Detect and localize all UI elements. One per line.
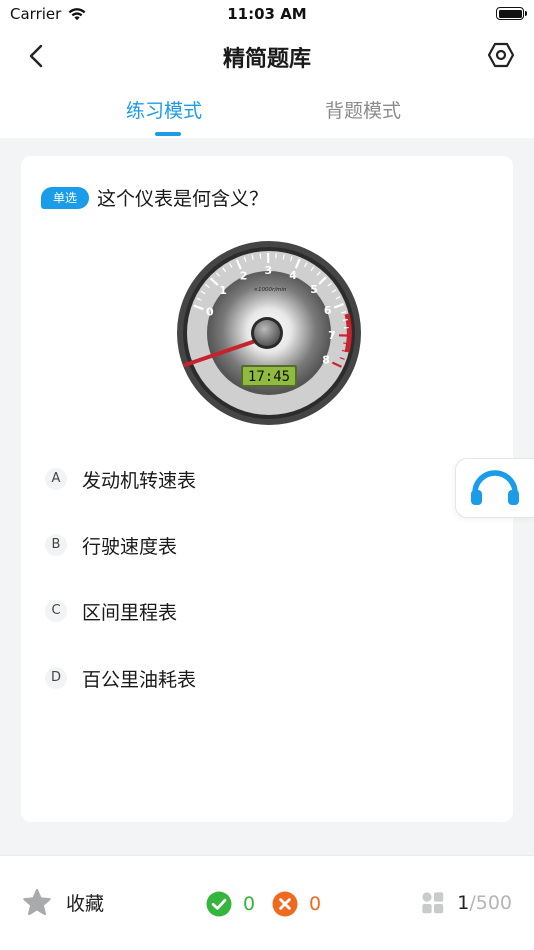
- option-letter: C: [45, 600, 67, 622]
- tachometer-dial-number: 6: [324, 304, 332, 317]
- option-letter: D: [45, 667, 67, 689]
- tachometer-dial-number: 7: [328, 329, 336, 342]
- progress-current: 1: [457, 892, 470, 914]
- tab-practice-mode[interactable]: 练习模式: [126, 96, 202, 123]
- correct-count-value: 0: [243, 893, 256, 915]
- tachometer-image: 012 3 456 7 8 ×1000r/min 17:45: [177, 241, 361, 425]
- tachometer-dial-number: 3: [264, 264, 272, 277]
- option-text: 百公里油耗表: [82, 668, 197, 691]
- option-c[interactable]: C 区间里程表: [45, 596, 177, 626]
- option-a[interactable]: A 发动机转速表: [45, 464, 196, 494]
- tachometer-dial-number: 0: [206, 305, 214, 318]
- headphones-icon: [471, 470, 519, 505]
- settings-button[interactable]: [484, 38, 518, 72]
- tachometer-tick: [343, 342, 349, 345]
- option-text: 行驶速度表: [82, 535, 178, 558]
- status-bar: Carrier 11:03 AM: [0, 0, 534, 28]
- question-card: 单选 这个仪表是何含义？ 012 3 456 7 8 ×1000r/min 17:45 …: [21, 156, 513, 822]
- correct-count: 0: [206, 891, 255, 917]
- tachometer-dial-number: 5: [310, 283, 318, 296]
- tachometer-scale-label: ×1000r/min: [253, 287, 287, 293]
- wrong-count: 0: [272, 891, 321, 917]
- battery-icon: [496, 7, 527, 20]
- question-navigator-button[interactable]: 1/500: [421, 891, 512, 915]
- check-circle-icon: [206, 891, 232, 917]
- option-letter: B: [45, 534, 67, 556]
- tachometer-tick: [259, 253, 262, 259]
- active-tab-indicator: [155, 132, 181, 136]
- tachometer-display-time: 17:45: [248, 369, 290, 385]
- question-text: 这个仪表是何含义？: [97, 188, 269, 210]
- audio-play-button[interactable]: [455, 458, 534, 518]
- option-letter: A: [45, 468, 67, 490]
- nav-bar: 精简题库: [0, 28, 534, 84]
- option-b[interactable]: B 行驶速度表: [45, 530, 177, 560]
- mode-tabs: 练习模式 背题模式: [0, 94, 534, 138]
- option-text: 发动机转速表: [82, 469, 197, 492]
- page-title: 精简题库: [222, 47, 311, 72]
- question-type-badge: 单选: [41, 186, 90, 209]
- tab-recite-mode[interactable]: 背题模式: [325, 96, 401, 123]
- cross-circle-icon: [272, 891, 298, 917]
- tachometer-dial-number: 1: [219, 284, 227, 297]
- hexagon-settings-icon: [487, 42, 515, 68]
- option-text: 区间里程表: [82, 601, 178, 624]
- tachometer-dial-number: 2: [240, 269, 248, 282]
- grid-icon: [422, 892, 444, 914]
- tachometer-dial-number: 8: [322, 354, 330, 367]
- option-d[interactable]: D 百公里油耗表: [45, 663, 196, 693]
- question-header: 单选 这个仪表是何含义？: [41, 184, 268, 211]
- status-time: 11:03 AM: [227, 5, 307, 23]
- favorite-label: 收藏: [66, 893, 105, 915]
- tachometer-tick: [342, 318, 348, 321]
- progress-total: 500: [475, 892, 512, 914]
- wrong-count-value: 0: [309, 893, 322, 915]
- star-icon: [23, 888, 51, 916]
- tachometer-dial-number: 4: [289, 269, 297, 282]
- bottom-toolbar: 收藏 0 0 1/500: [0, 855, 534, 950]
- favorite-button[interactable]: 收藏: [22, 888, 104, 917]
